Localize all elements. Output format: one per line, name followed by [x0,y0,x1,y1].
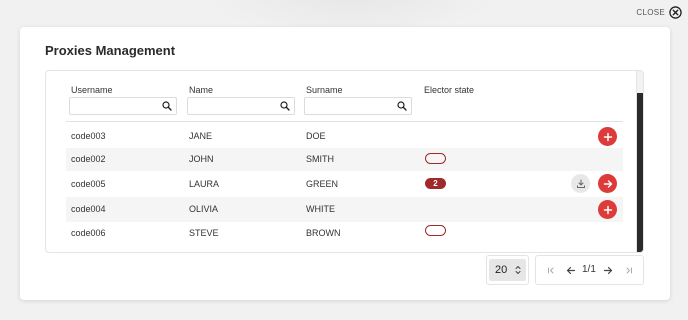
column-header-name: Name [189,85,214,95]
page-size-select[interactable]: 20 [489,259,526,281]
last-page-icon [626,267,632,274]
open-proxy-button[interactable] [598,174,617,193]
table-row: code002 JOHN SMITH [66,148,623,171]
cell-surname: GREEN [306,179,339,189]
close-circle-icon [669,5,682,19]
plus-icon [603,205,612,214]
name-filter-input[interactable] [188,100,276,116]
name-filter[interactable] [187,97,295,116]
first-page-icon [548,267,554,274]
cell-name: OLIVIA [189,204,219,214]
table-row: code005 LAURA GREEN 2 [66,171,623,197]
cell-name: JOHN [189,154,214,164]
column-header-username: Username [71,85,113,95]
page-size-value: 20 [495,264,508,276]
surname-filter-input[interactable] [305,100,393,116]
cell-name: LAURA [189,179,220,189]
proxies-panel: Proxies Management Username Name Surname… [20,27,670,300]
pagination: 1/1 [535,255,644,285]
add-proxy-button[interactable] [598,127,617,146]
first-page-button[interactable] [546,265,556,276]
plus-icon [603,132,612,141]
search-icon[interactable] [397,101,407,111]
search-icon[interactable] [162,101,172,111]
cell-surname: WHITE [306,204,335,214]
add-proxy-button[interactable] [598,200,617,219]
scrollbar[interactable] [636,71,643,252]
cell-name: STEVE [189,228,219,238]
elector-state-badge: 2 [425,178,446,189]
cell-surname: DOE [306,131,326,141]
cell-surname: BROWN [306,228,341,238]
page-title: Proxies Management [45,43,176,58]
prev-page-icon [566,266,576,275]
close-button[interactable]: CLOSE [636,4,682,20]
updown-icon [515,266,521,274]
table-row: code003 JANE DOE [66,125,623,148]
column-header-surname: Surname [306,85,343,95]
arrow-right-icon [603,179,612,188]
scrollbar-thumb[interactable] [637,93,643,252]
table-row: code006 STEVE BROWN [66,222,623,245]
username-filter[interactable] [69,97,177,116]
last-page-button[interactable] [624,265,634,276]
next-page-icon [603,266,613,275]
cell-username: code003 [71,131,106,141]
cell-username: code004 [71,204,106,214]
download-button[interactable] [571,174,590,193]
header-divider [66,121,623,122]
surname-filter[interactable] [304,97,412,116]
username-filter-input[interactable] [70,100,158,116]
cell-username: code005 [71,179,106,189]
elector-state-badge [425,225,446,236]
prev-page-button[interactable] [566,265,576,276]
download-icon [576,179,585,188]
elector-state-badge [425,153,446,164]
column-header-elector-state: Elector state [424,85,475,95]
next-page-button[interactable] [603,265,613,276]
cell-name: JANE [189,131,213,141]
proxies-table: Username Name Surname Elector state code… [45,70,644,253]
cell-username: code006 [71,228,106,238]
cell-username: code002 [71,154,106,164]
close-label: CLOSE [636,7,665,17]
cell-surname: SMITH [306,154,334,164]
search-icon[interactable] [280,101,290,111]
table-row: code004 OLIVIA WHITE [66,197,623,222]
page-indicator: 1/1 [582,264,596,275]
